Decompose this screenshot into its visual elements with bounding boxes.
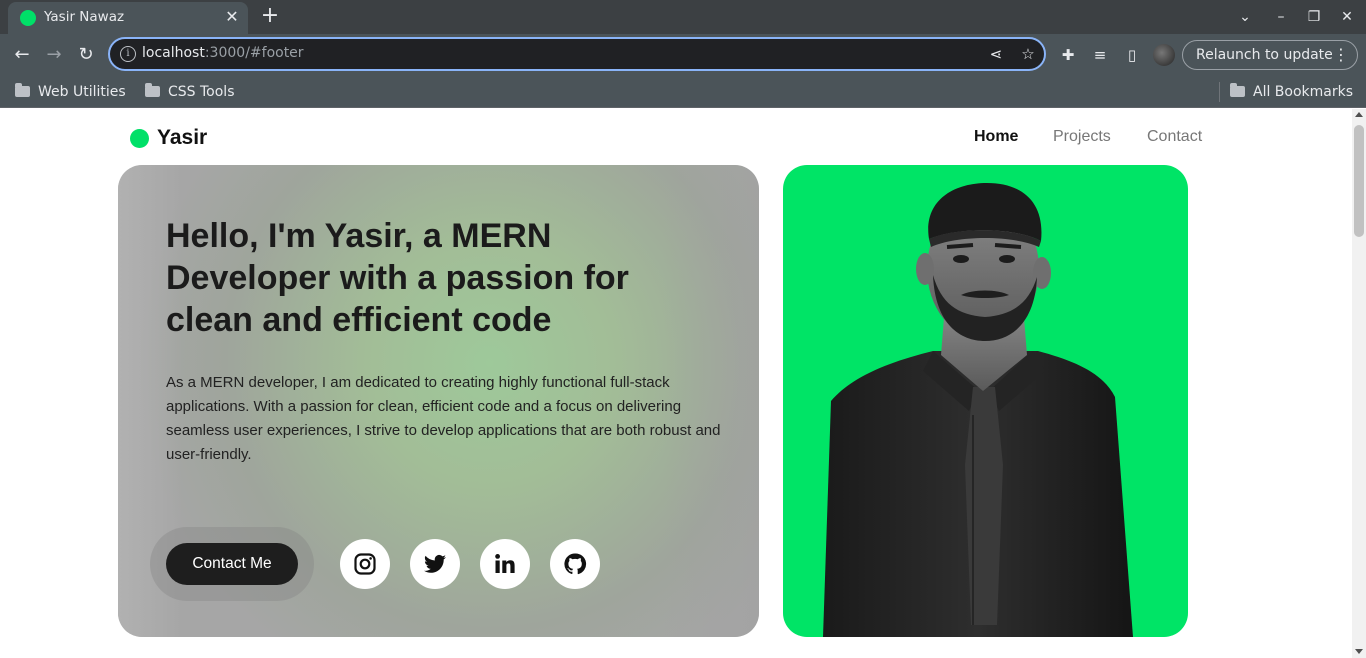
url-text[interactable]: localhost:3000/#footer bbox=[142, 45, 304, 61]
nav-projects[interactable]: Projects bbox=[1053, 128, 1111, 146]
reload-icon[interactable]: ↻ bbox=[74, 43, 98, 67]
back-arrow-icon[interactable]: ← bbox=[10, 43, 34, 67]
twitter-icon bbox=[424, 554, 446, 573]
extensions-puzzle-icon[interactable]: ✚ bbox=[1057, 44, 1079, 66]
url-host: localhost bbox=[142, 45, 205, 61]
more-menu-icon[interactable]: ⋮ bbox=[1333, 41, 1349, 69]
bookmark-star-icon[interactable]: ☆ bbox=[1018, 44, 1038, 64]
tab-search-chevron-icon[interactable]: ⌄ bbox=[1234, 6, 1256, 28]
browser-toolbar: ← → ↻ i localhost:3000/#footer ⋖ ☆ ✚ ≡ ▯… bbox=[0, 34, 1366, 76]
folder-icon bbox=[145, 83, 160, 97]
profile-avatar[interactable] bbox=[1153, 44, 1175, 66]
folder-icon bbox=[15, 83, 30, 97]
logo-dot-icon bbox=[130, 129, 149, 148]
bookmark-label: CSS Tools bbox=[168, 84, 235, 100]
all-bookmarks-folder[interactable]: All Bookmarks bbox=[1230, 82, 1353, 102]
new-tab-icon[interactable]: + bbox=[258, 4, 282, 28]
side-panel-icon[interactable]: ▯ bbox=[1121, 44, 1143, 66]
restore-icon[interactable]: ❐ bbox=[1303, 6, 1325, 28]
bookmark-folder-web-utilities[interactable]: Web Utilities bbox=[15, 82, 126, 102]
page-viewport: Yasir Home Projects Contact Hello, I'm Y… bbox=[0, 109, 1352, 658]
bookmarks-divider bbox=[1219, 82, 1220, 102]
hero-card: Hello, I'm Yasir, a MERN Developer with … bbox=[118, 165, 759, 637]
favicon-icon bbox=[20, 10, 36, 26]
nav-contact[interactable]: Contact bbox=[1147, 128, 1202, 146]
portrait-illustration bbox=[823, 183, 1133, 637]
cta-halo: Contact Me bbox=[150, 527, 314, 601]
scrollbar-thumb[interactable] bbox=[1354, 125, 1364, 237]
bookmarks-bar: Web Utilities CSS Tools All Bookmarks bbox=[0, 76, 1366, 108]
github-icon bbox=[564, 553, 587, 575]
hero-title: Hello, I'm Yasir, a MERN Developer with … bbox=[166, 217, 629, 339]
share-icon[interactable]: ⋖ bbox=[986, 44, 1006, 64]
page-scrollbar[interactable] bbox=[1352, 109, 1366, 658]
folder-icon bbox=[1230, 83, 1245, 97]
instagram-icon bbox=[354, 553, 376, 575]
address-bar[interactable]: i localhost:3000/#footer ⋖ ☆ bbox=[108, 37, 1046, 71]
media-queue-icon[interactable]: ≡ bbox=[1089, 44, 1111, 66]
nav-home[interactable]: Home bbox=[974, 128, 1018, 146]
browser-tab[interactable]: Yasir Nawaz ✕ bbox=[8, 2, 248, 34]
hero-description: As a MERN developer, I am dedicated to c… bbox=[166, 374, 721, 463]
relaunch-label: Relaunch to update bbox=[1196, 47, 1333, 63]
bookmark-label: Web Utilities bbox=[38, 84, 126, 100]
url-path: :3000/#footer bbox=[204, 45, 304, 61]
bookmark-folder-css-tools[interactable]: CSS Tools bbox=[145, 82, 235, 102]
minimize-icon[interactable]: – bbox=[1270, 6, 1292, 28]
forward-arrow-icon[interactable]: → bbox=[42, 43, 66, 67]
brand-name: Yasir bbox=[157, 126, 208, 149]
github-link[interactable] bbox=[550, 539, 600, 589]
profile-photo-card bbox=[783, 165, 1188, 637]
tab-title: Yasir Nawaz bbox=[44, 9, 125, 25]
scroll-down-arrow-icon[interactable] bbox=[1355, 649, 1363, 654]
twitter-link[interactable] bbox=[410, 539, 460, 589]
instagram-link[interactable] bbox=[340, 539, 390, 589]
bookmark-label: All Bookmarks bbox=[1253, 84, 1354, 100]
contact-me-button[interactable]: Contact Me bbox=[166, 543, 298, 585]
linkedin-link[interactable] bbox=[480, 539, 530, 589]
close-tab-icon[interactable]: ✕ bbox=[222, 7, 242, 27]
browser-tab-strip: Yasir Nawaz ✕ + ⌄ – ❐ ✕ bbox=[0, 0, 1366, 34]
relaunch-button[interactable]: Relaunch to update ⋮ bbox=[1182, 40, 1358, 70]
scroll-up-arrow-icon[interactable] bbox=[1355, 112, 1363, 117]
close-window-icon[interactable]: ✕ bbox=[1336, 6, 1358, 28]
linkedin-icon bbox=[495, 554, 515, 573]
site-info-icon[interactable]: i bbox=[120, 46, 136, 62]
